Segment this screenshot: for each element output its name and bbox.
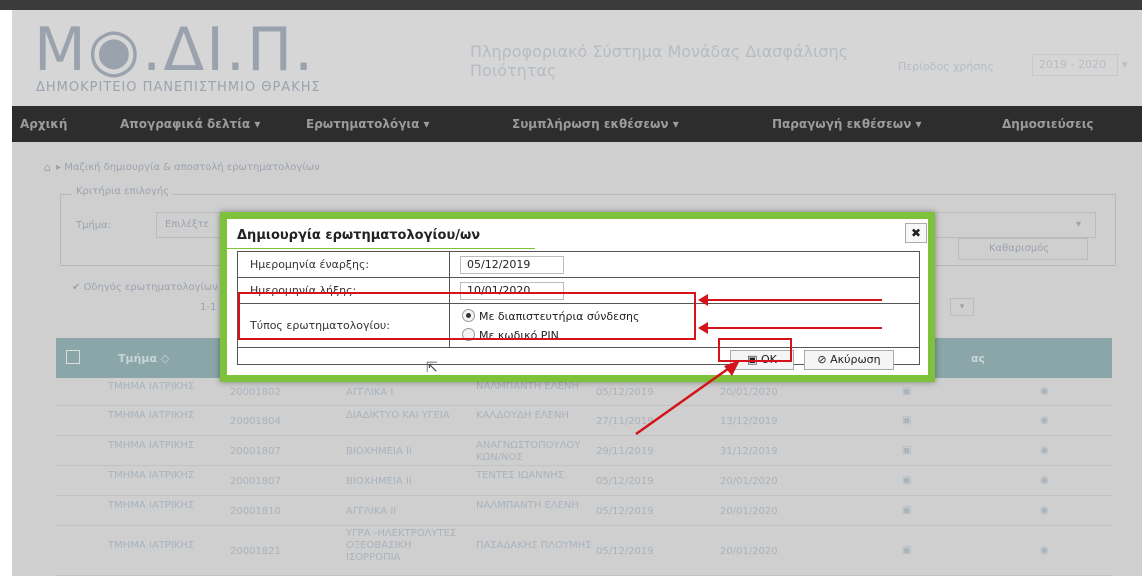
table-row[interactable]: ΤΜΗΜΑ ΙΑΤΡΙΚΗΣ 20001804 ΔΙΑΔΙΚΤΥΟ ΚΑΙ ΥΓ… [56, 406, 1112, 436]
cell-end: 20/01/2020 [720, 546, 778, 557]
table-row[interactable]: ΤΜΗΜΑ ΙΑΤΡΙΚΗΣ 20001821 ΥΓΡΑ -ΗΛΕΚΤΡΟΛΥΤ… [56, 526, 1112, 576]
guide-checkbox[interactable]: ✔ Οδηγός ερωτηματολογίων [72, 282, 218, 293]
close-icon[interactable]: ✖ [905, 223, 927, 243]
home-icon[interactable]: ⌂ [44, 161, 51, 174]
cell-instructor: ΝΑΛΜΠΑΝΤΗ ΕΛΕΝΗ [476, 381, 579, 392]
select-all-checkbox[interactable] [66, 350, 80, 364]
pagination-info: 1-1 [200, 302, 217, 313]
cell-course: ΒΙΟΧΗΜΕΙΑ II [346, 446, 412, 457]
cell-course: ΑΓΓΛΙΚΑ II [346, 506, 397, 517]
cell-instructor: ΠΑΣΑΔΑΚΗΣ ΠΛΟΥΜΗΣ [476, 540, 592, 551]
print-icon[interactable]: ▣ [902, 505, 911, 517]
mouse-cursor-icon: ⇱ [426, 360, 438, 376]
cell-end: 20/01/2020 [720, 476, 778, 487]
menu-item-produce-reports[interactable]: Παραγωγή εκθέσεων ▾ [772, 117, 922, 131]
cell-dept: ΤΜΗΜΑ ΙΑΤΡΙΚΗΣ [108, 540, 195, 551]
logo-subtitle: ΔΗΜΟΚΡΙΤΕΙΟ ΠΑΝΕΠΙΣΤΗΜΙΟ ΘΡΑΚΗΣ [36, 80, 321, 95]
column-header-dept[interactable]: Τμήμα ◇ [118, 352, 169, 365]
cell-code: 20001807 [230, 446, 281, 457]
arrow-option-1 [704, 299, 882, 301]
cell-dept: ΤΜΗΜΑ ΙΑΤΡΙΚΗΣ [108, 410, 195, 421]
arrow-to-ok [635, 360, 740, 436]
dept-select-value: Επιλέξτε [165, 219, 210, 230]
print-icon[interactable]: ▣ [902, 545, 911, 557]
table-row[interactable]: ΤΜΗΜΑ ΙΑΤΡΙΚΗΣ 20001807 ΒΙΟΧΗΜΕΙΑ II ΤΕΝ… [56, 466, 1112, 496]
period-select[interactable]: 2019 - 2020 [1032, 54, 1118, 76]
arrowhead-icon [698, 322, 708, 334]
title-underline [227, 248, 535, 249]
view-icon[interactable]: ◉ [1040, 415, 1049, 427]
cell-instructor: ΚΑΛΔΟΥΔΗ ΕΛΕΝΗ [476, 410, 570, 421]
table-row[interactable]: ΤΜΗΜΑ ΙΑΤΡΙΚΗΣ 20001802 ΑΓΓΛΙΚΑ I ΝΑΛΜΠΑ… [56, 378, 1112, 406]
header: Μ◉.ΔΙ.Π. ΔΗΜΟΚΡΙΤΕΙΟ ΠΑΝΕΠΙΣΤΗΜΙΟ ΘΡΑΚΗΣ… [12, 10, 1142, 106]
dept-label: Τμήμα: [76, 220, 112, 231]
arrowhead-icon [698, 294, 708, 306]
cell-instructor: ΑΝΑΓΝΩΣΤΟΠΟΥΛΟΥ ΚΩΝ/ΝΟΣ [476, 440, 581, 463]
type-highlight-box [238, 292, 696, 340]
cell-end: 31/12/2019 [720, 446, 778, 457]
guide-checkbox-label: Οδηγός ερωτηματολογίων [83, 282, 218, 293]
criteria-legend[interactable]: Κριτήρια επιλογής [72, 186, 174, 197]
cell-start: 05/12/2019 [596, 546, 654, 557]
view-icon[interactable]: ◉ [1040, 475, 1049, 487]
print-icon[interactable]: ▣ [902, 445, 911, 457]
logo[interactable]: Μ◉.ΔΙ.Π. [34, 20, 315, 80]
cell-code: 20001810 [230, 506, 281, 517]
arrow-option-2 [704, 327, 882, 329]
print-icon[interactable]: ▣ [902, 415, 911, 427]
view-icon[interactable]: ◉ [1040, 386, 1049, 398]
start-date-label: Ημερομηνία έναρξης: [238, 252, 450, 277]
top-strip [0, 0, 1142, 10]
cell-dept: ΤΜΗΜΑ ΙΑΤΡΙΚΗΣ [108, 500, 195, 511]
screen: Μ◉.ΔΙ.Π. ΔΗΜΟΚΡΙΤΕΙΟ ΠΑΝΕΠΙΣΤΗΜΙΟ ΘΡΑΚΗΣ… [0, 0, 1142, 576]
cancel-button-label: Ακύρωση [830, 353, 881, 366]
menu-item-records[interactable]: Απογραφικά δελτία ▾ [120, 117, 260, 131]
cell-instructor: ΤΕΝΤΕΣ ΙΩΑΝΝΗΣ [476, 470, 565, 481]
cell-start: 05/12/2019 [596, 476, 654, 487]
cell-instructor: ΝΑΛΜΠΑΝΤΗ ΕΛΕΝΗ [476, 500, 579, 511]
menu-item-home[interactable]: Αρχική [20, 117, 67, 131]
menu-item-fill-reports[interactable]: Συμπλήρωση εκθέσεων ▾ [512, 117, 679, 131]
dialog-title: Δημιουργία ερωτηματολογίου/ων [237, 228, 481, 243]
start-date-row: Ημερομηνία έναρξης: 05/12/2019 [238, 252, 919, 278]
cell-course: ΔΙΑΔΙΚΤΥΟ ΚΑΙ ΥΓΕΙΑ [346, 410, 450, 421]
view-icon[interactable]: ◉ [1040, 505, 1049, 517]
menu-item-publications[interactable]: Δημοσιεύσεις [1002, 117, 1094, 131]
page-size-select[interactable]: ▾ [950, 298, 974, 316]
cell-dept: ΤΜΗΜΑ ΙΑΤΡΙΚΗΣ [108, 440, 195, 451]
chevron-down-icon: ▾ [1075, 219, 1081, 230]
cell-dept: ΤΜΗΜΑ ΙΑΤΡΙΚΗΣ [108, 470, 195, 481]
cell-code: 20001807 [230, 476, 281, 487]
start-date-input[interactable]: 05/12/2019 [460, 256, 564, 274]
view-icon[interactable]: ◉ [1040, 445, 1049, 457]
cell-course: ΑΓΓΛΙΚΑ I [346, 387, 394, 398]
arrowhead-icon [724, 360, 740, 376]
chevron-down-icon[interactable]: ▾ [1122, 58, 1128, 71]
arrow-line [635, 364, 733, 436]
print-icon[interactable]: ▣ [902, 386, 911, 398]
system-title: Πληροφοριακό Σύστημα Μονάδας Διασφάλισης… [470, 42, 849, 80]
cell-start: 29/11/2019 [596, 446, 654, 457]
print-icon[interactable]: ▣ [902, 475, 911, 487]
column-header-extra: ας [971, 352, 986, 365]
main-menu: Αρχική Απογραφικά δελτία ▾ Ερωτηματολόγι… [12, 106, 1142, 142]
cell-code: 20001802 [230, 387, 281, 398]
cell-course: ΒΙΟΧΗΜΕΙΑ II [346, 476, 412, 487]
menu-item-questionnaires[interactable]: Ερωτηματολόγια ▾ [306, 117, 430, 131]
table-row[interactable]: ΤΜΗΜΑ ΙΑΤΡΙΚΗΣ 20001810 ΑΓΓΛΙΚΑ II ΝΑΛΜΠ… [56, 496, 1112, 526]
cell-course: ΥΓΡΑ -ΗΛΕΚΤΡΟΛΥΤΕΣ ΟΞΕΟΒΑΣΙΚΗ ΙΣΟΡΡΟΠΙΑ [346, 528, 457, 563]
clear-button[interactable]: Καθαρισμός [958, 238, 1088, 260]
cell-end: 20/01/2020 [720, 506, 778, 517]
cancel-button[interactable]: ⊘ Ακύρωση [804, 350, 894, 370]
cancel-icon: ⊘ [817, 353, 827, 366]
cell-dept: ΤΜΗΜΑ ΙΑΤΡΙΚΗΣ [108, 381, 195, 392]
period-label: Περίοδος χρήσης [898, 60, 994, 73]
cell-code: 20001804 [230, 416, 281, 427]
cell-code: 20001821 [230, 546, 281, 557]
cell-start: 05/12/2019 [596, 506, 654, 517]
view-icon[interactable]: ◉ [1040, 545, 1049, 557]
table-row[interactable]: ΤΜΗΜΑ ΙΑΤΡΙΚΗΣ 20001807 ΒΙΟΧΗΜΕΙΑ II ΑΝΑ… [56, 436, 1112, 466]
breadcrumb[interactable]: ▸ Μαζική δημιουργία & αποστολή ερωτηματο… [56, 162, 320, 173]
